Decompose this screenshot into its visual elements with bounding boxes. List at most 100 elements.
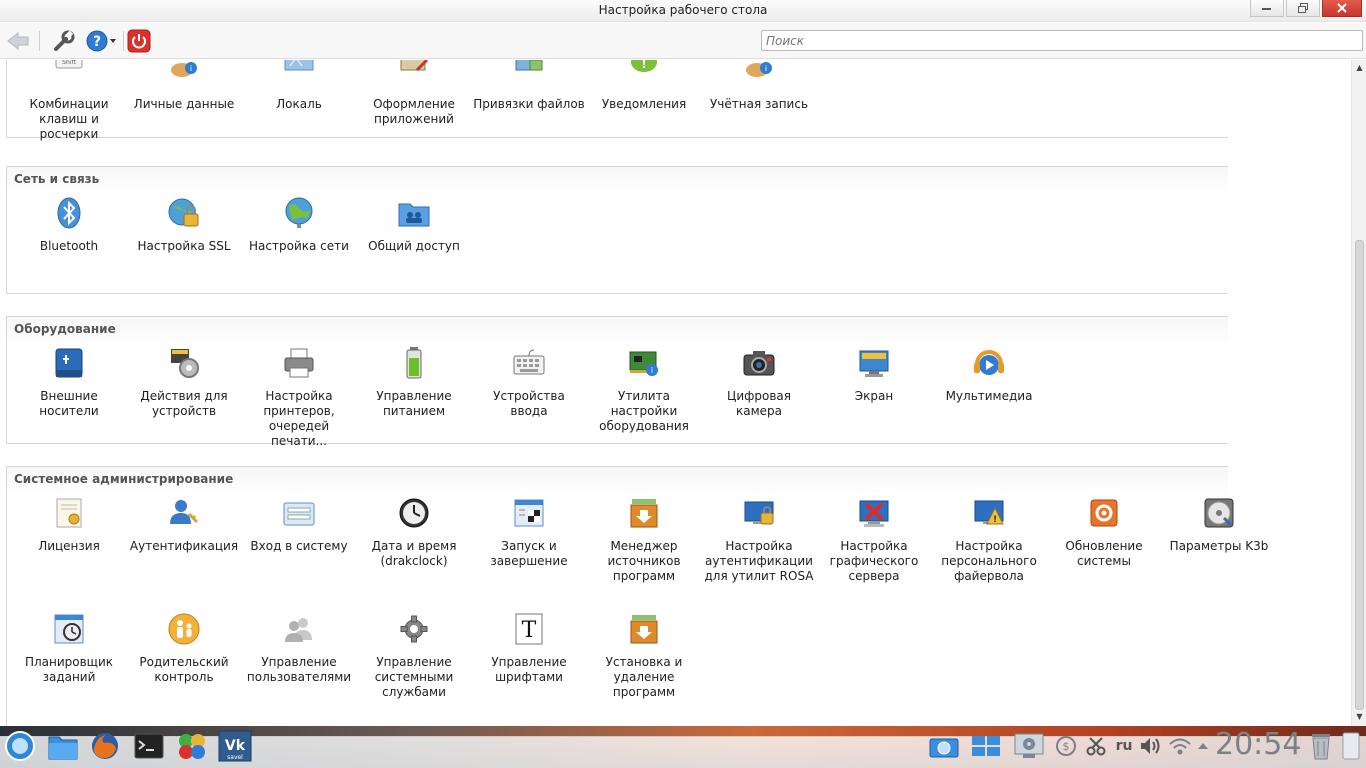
close-button[interactable] <box>1322 0 1362 17</box>
show-desktop-icon <box>1342 732 1360 760</box>
vertical-scrollbar[interactable]: ▲ ▼ <box>1351 60 1366 726</box>
tray-network[interactable] <box>1166 731 1194 761</box>
tray-expand[interactable] <box>1194 731 1212 761</box>
taskbar-app-store[interactable] <box>176 731 208 761</box>
item-authentication[interactable]: Аутентификация <box>128 496 240 554</box>
printer-icon <box>282 346 316 380</box>
tray-update-status[interactable]: $ <box>1053 731 1079 761</box>
configure-button[interactable] <box>51 28 77 54</box>
item-locale[interactable]: Локаль <box>243 60 355 112</box>
settings-content: Shift Комбинации клавиш и росчерки i Лич… <box>0 60 1350 726</box>
item-graphics-server[interactable]: Настройка графического сервера <box>818 496 930 584</box>
vk-icon: Vksavel <box>218 730 252 762</box>
authentication-icon <box>167 496 201 530</box>
item-app-appearance[interactable]: Оформление приложений <box>358 60 470 127</box>
item-software-sources[interactable]: Менеджер источников программ <box>588 496 700 584</box>
device-actions-icon <box>167 346 201 380</box>
item-network-settings[interactable]: Настройка сети <box>243 196 355 254</box>
item-task-scheduler[interactable]: Планировщик заданий <box>13 612 125 685</box>
tray-clipboard[interactable] <box>1083 731 1109 761</box>
taskbar-firefox[interactable] <box>89 731 121 761</box>
back-button[interactable] <box>5 28 31 54</box>
item-bluetooth[interactable]: Bluetooth <box>13 196 125 254</box>
svg-text:i: i <box>651 366 653 375</box>
graphics-server-icon <box>857 496 891 530</box>
dollar-icon: $ <box>1056 736 1076 756</box>
scroll-down-icon[interactable]: ▼ <box>1354 711 1365 722</box>
item-digital-camera[interactable]: Цифровая камера <box>703 346 815 419</box>
section-title: Оборудование <box>14 322 116 336</box>
tray-volume[interactable] <box>1138 731 1164 761</box>
tray-system-settings[interactable] <box>1013 731 1045 761</box>
item-multimedia[interactable]: Мультимедиа <box>933 346 1045 404</box>
help-menu-button[interactable]: ? <box>84 28 120 54</box>
item-startup-shutdown[interactable]: Запуск и завершение <box>473 496 585 569</box>
ssl-icon <box>167 196 201 230</box>
firewall-icon: ! <box>972 496 1006 530</box>
start-menu-button[interactable] <box>4 731 36 761</box>
tray-keyboard-layout[interactable]: ru <box>1111 731 1137 761</box>
scroll-thumb[interactable] <box>1355 240 1364 710</box>
tray-trash[interactable] <box>1306 731 1336 761</box>
svg-text:!: ! <box>993 515 997 525</box>
window-title: Настройка рабочего стола <box>598 3 768 17</box>
item-power[interactable]: Управление питанием <box>358 346 470 419</box>
item-hardware-utility[interactable]: i Утилита настройки оборудования <box>588 346 700 434</box>
item-file-associations[interactable]: Привязки файлов <box>473 60 585 112</box>
item-system-update[interactable]: Обновление системы <box>1048 496 1160 569</box>
tray-show-desktop[interactable] <box>1338 731 1364 761</box>
scroll-up-icon[interactable]: ▲ <box>1354 62 1365 73</box>
item-parental-control[interactable]: Родительский контроль <box>128 612 240 685</box>
item-font-management[interactable]: T Управление шрифтами <box>473 612 585 685</box>
tray-desktop-switcher[interactable] <box>970 731 1002 761</box>
account-icon: i <box>742 60 776 88</box>
item-user-management[interactable]: Управление пользователями <box>243 612 355 685</box>
item-keyboard-shortcuts[interactable]: Shift Комбинации клавиш и росчерки <box>13 60 125 142</box>
restore-button[interactable] <box>1286 0 1320 17</box>
item-license[interactable]: Лицензия <box>13 496 125 554</box>
network-globe-icon <box>282 196 316 230</box>
item-firewall[interactable]: ! Настройка персонального файервола <box>933 496 1045 584</box>
section-title: Системное администрирование <box>14 472 234 486</box>
chevron-up-icon <box>1198 743 1208 749</box>
item-k3b-settings[interactable]: Параметры K3b <box>1163 496 1275 554</box>
item-ssl[interactable]: Настройка SSL <box>128 196 240 254</box>
quit-button[interactable] <box>126 28 152 54</box>
item-login[interactable]: Вход в систему <box>243 496 355 554</box>
settings-monitor-icon <box>1014 733 1044 758</box>
toolbar-separator <box>123 31 124 51</box>
close-icon <box>1337 3 1347 13</box>
fonts-icon: T <box>512 612 546 646</box>
item-rosa-auth[interactable]: Настройка аутентификации для утилит ROSA <box>703 496 815 584</box>
help-icon: ? <box>86 30 116 52</box>
item-device-actions[interactable]: Действия для устройств <box>128 346 240 419</box>
taskbar-file-manager[interactable] <box>47 731 79 761</box>
section-hardware: Оборудование Внешние носители Действия д… <box>6 316 1228 448</box>
item-input-devices[interactable]: Устройства ввода <box>473 346 585 419</box>
item-display[interactable]: Экран <box>818 346 930 404</box>
item-date-time[interactable]: Дата и время (drakclock) <box>358 496 470 569</box>
item-printers[interactable]: Настройка принтеров, очередей печати... <box>243 346 355 449</box>
firefox-icon <box>92 733 118 759</box>
section-network: Сеть и связь Bluetooth Настройка SSL Нас… <box>6 166 1228 294</box>
search-input[interactable] <box>761 30 1363 51</box>
item-removable-media[interactable]: Внешние носители <box>13 346 125 419</box>
window-controls <box>1250 0 1362 17</box>
taskbar-clock[interactable]: 20:54 <box>1215 727 1301 762</box>
trash-icon <box>1312 734 1330 760</box>
window-titlebar[interactable]: Настройка рабочего стола <box>0 0 1366 22</box>
item-personal-info[interactable]: i Личные данные <box>128 60 240 112</box>
item-sharing[interactable]: Общий доступ <box>358 196 470 254</box>
item-install-remove[interactable]: Установка и удаление программ <box>588 612 700 700</box>
bluetooth-icon <box>52 196 86 230</box>
tray-screenshot[interactable] <box>928 731 960 761</box>
item-account[interactable]: i Учётная запись <box>703 60 815 112</box>
scissors-icon <box>1086 737 1106 756</box>
parental-control-icon <box>167 612 201 646</box>
item-system-services[interactable]: Управление системными службами <box>358 612 470 700</box>
taskbar-terminal[interactable] <box>133 731 165 761</box>
toolbar-separator <box>39 31 40 51</box>
item-notifications[interactable]: ! Уведомления <box>588 60 700 112</box>
taskbar-vk-app[interactable]: Vk savel <box>218 730 252 762</box>
minimize-button[interactable] <box>1250 0 1284 17</box>
